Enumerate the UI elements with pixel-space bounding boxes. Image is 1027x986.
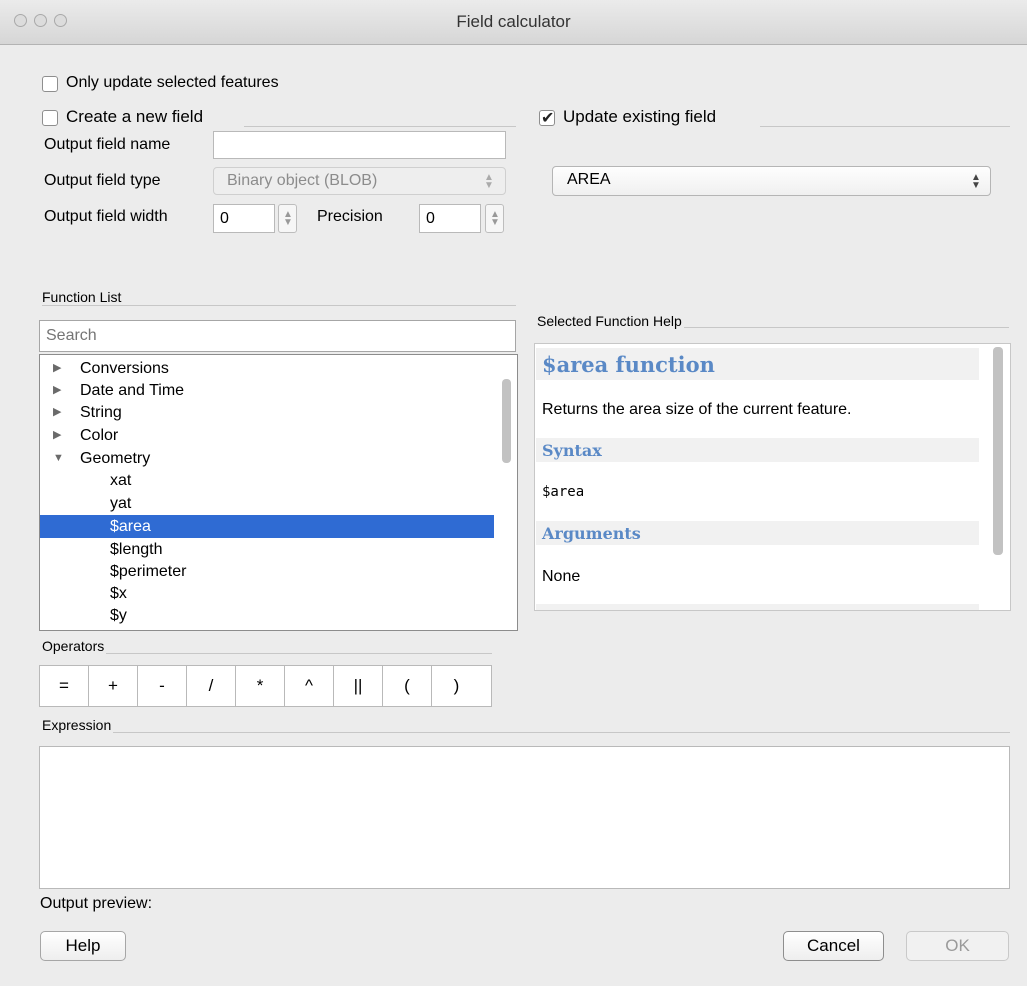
expand-arrow-icon: ▶ — [53, 429, 62, 441]
help-scrollbar[interactable] — [993, 347, 1003, 555]
update-field-separator — [760, 126, 1010, 127]
function-tree[interactable]: ▶ Conversions ▶ Date and Time ▶ String ▶… — [39, 354, 518, 631]
title-bar: Field calculator — [0, 0, 1027, 45]
help-title: $area function — [542, 352, 715, 377]
precision-input[interactable] — [419, 204, 481, 233]
output-field-type-label: Output field type — [44, 172, 161, 189]
arguments-heading: Arguments — [542, 524, 641, 543]
stepper-arrows-icon: ▲ ▼ — [490, 209, 500, 228]
tree-item-label: yat — [110, 495, 132, 512]
tree-group-string[interactable]: ▶ String — [40, 401, 494, 424]
syntax-heading: Syntax — [542, 441, 602, 460]
operator-plus-button[interactable]: + — [89, 666, 138, 706]
create-field-separator — [244, 126, 516, 127]
operator-divide-button[interactable]: / — [187, 666, 236, 706]
precision-stepper[interactable]: ▲ ▼ — [485, 204, 504, 233]
tree-group-date-time[interactable]: ▶ Date and Time — [40, 379, 494, 402]
tree-item-perimeter[interactable]: $perimeter — [40, 560, 494, 583]
function-list-separator — [42, 305, 516, 306]
expression-editor[interactable] — [39, 746, 1010, 889]
examples-band — [536, 604, 979, 610]
operator-close-paren-button[interactable]: ) — [432, 666, 481, 706]
only-selected-checkbox[interactable] — [42, 76, 58, 92]
output-field-type-select[interactable]: Binary object (BLOB) ▲ ▼ — [213, 167, 506, 195]
operator-minus-button[interactable]: - — [138, 666, 187, 706]
create-field-checkbox[interactable] — [42, 110, 58, 126]
tree-item-y[interactable]: $y — [40, 604, 494, 627]
precision-label: Precision — [317, 208, 383, 225]
expression-heading: Expression — [42, 717, 114, 733]
output-field-width-label: Output field width — [44, 208, 168, 225]
tree-item-label: $x — [110, 585, 127, 602]
function-search-input[interactable] — [39, 320, 516, 352]
cancel-button[interactable]: Cancel — [783, 931, 884, 961]
help-description: Returns the area size of the current fea… — [542, 401, 852, 418]
tree-group-color[interactable]: ▶ Color — [40, 424, 494, 447]
function-list-heading: Function List — [42, 289, 124, 305]
tree-item-label: $perimeter — [110, 563, 187, 580]
operators-separator — [42, 653, 492, 654]
operators-heading: Operators — [42, 638, 107, 654]
only-selected-label: Only update selected features — [66, 74, 279, 91]
chevron-updown-icon: ▲ ▼ — [484, 172, 494, 191]
help-button[interactable]: Help — [40, 931, 126, 961]
tree-item-x[interactable]: $x — [40, 582, 494, 605]
update-field-checkbox[interactable] — [539, 108, 555, 128]
existing-field-select[interactable]: AREA ▲ ▼ — [552, 166, 991, 196]
window-title: Field calculator — [456, 12, 571, 31]
expression-separator — [42, 732, 1010, 733]
output-field-type-value: Binary object (BLOB) — [227, 172, 378, 189]
function-list-scrollbar[interactable] — [502, 379, 511, 463]
ok-button[interactable]: OK — [906, 931, 1009, 961]
expand-arrow-icon: ▶ — [53, 384, 62, 396]
syntax-band — [536, 438, 979, 462]
stepper-arrows-icon: ▲ ▼ — [283, 209, 293, 228]
tree-item-label: $length — [110, 541, 163, 558]
operator-equals-button[interactable]: = — [40, 666, 89, 706]
create-field-label: Create a new field — [66, 107, 204, 126]
width-stepper[interactable]: ▲ ▼ — [278, 204, 297, 233]
tree-item-length[interactable]: $length — [40, 538, 494, 561]
output-field-name-input[interactable] — [213, 131, 506, 159]
tree-item-label: Conversions — [80, 360, 169, 377]
tree-item-label: xat — [110, 472, 132, 489]
tree-item-label: String — [80, 404, 122, 421]
output-field-width-input[interactable] — [213, 204, 275, 233]
arguments-value: None — [542, 568, 581, 585]
output-preview-label: Output preview: — [40, 895, 153, 912]
tree-item-label: Date and Time — [80, 382, 185, 399]
operators-bar: = + - / * ^ || ( ) — [39, 665, 492, 707]
tree-group-geometry[interactable]: ▼ Geometry — [40, 447, 494, 470]
tree-item-yat[interactable]: yat — [40, 492, 494, 515]
operator-concat-button[interactable]: || — [334, 666, 383, 706]
chevron-updown-icon: ▲ ▼ — [971, 172, 981, 191]
tree-item-label: Color — [80, 427, 119, 444]
tree-item-label: Geometry — [80, 450, 151, 467]
operator-multiply-button[interactable]: * — [236, 666, 285, 706]
collapse-arrow-icon: ▼ — [53, 452, 64, 464]
tree-item-label: $y — [110, 607, 127, 624]
expand-arrow-icon: ▶ — [53, 362, 62, 374]
tree-item-area[interactable]: $area — [40, 515, 494, 538]
tree-item-xat[interactable]: xat — [40, 469, 494, 492]
tree-item-label: $area — [110, 518, 151, 535]
expand-arrow-icon: ▶ — [53, 406, 62, 418]
function-help-panel: $area function Returns the area size of … — [534, 343, 1011, 611]
update-field-label: Update existing field — [563, 107, 717, 126]
tree-group-conversions[interactable]: ▶ Conversions — [40, 357, 494, 380]
help-heading: Selected Function Help — [537, 313, 684, 329]
syntax-code: $area — [542, 484, 585, 500]
operator-open-paren-button[interactable]: ( — [383, 666, 432, 706]
operator-power-button[interactable]: ^ — [285, 666, 334, 706]
output-field-name-label: Output field name — [44, 136, 171, 153]
existing-field-value: AREA — [567, 171, 611, 188]
